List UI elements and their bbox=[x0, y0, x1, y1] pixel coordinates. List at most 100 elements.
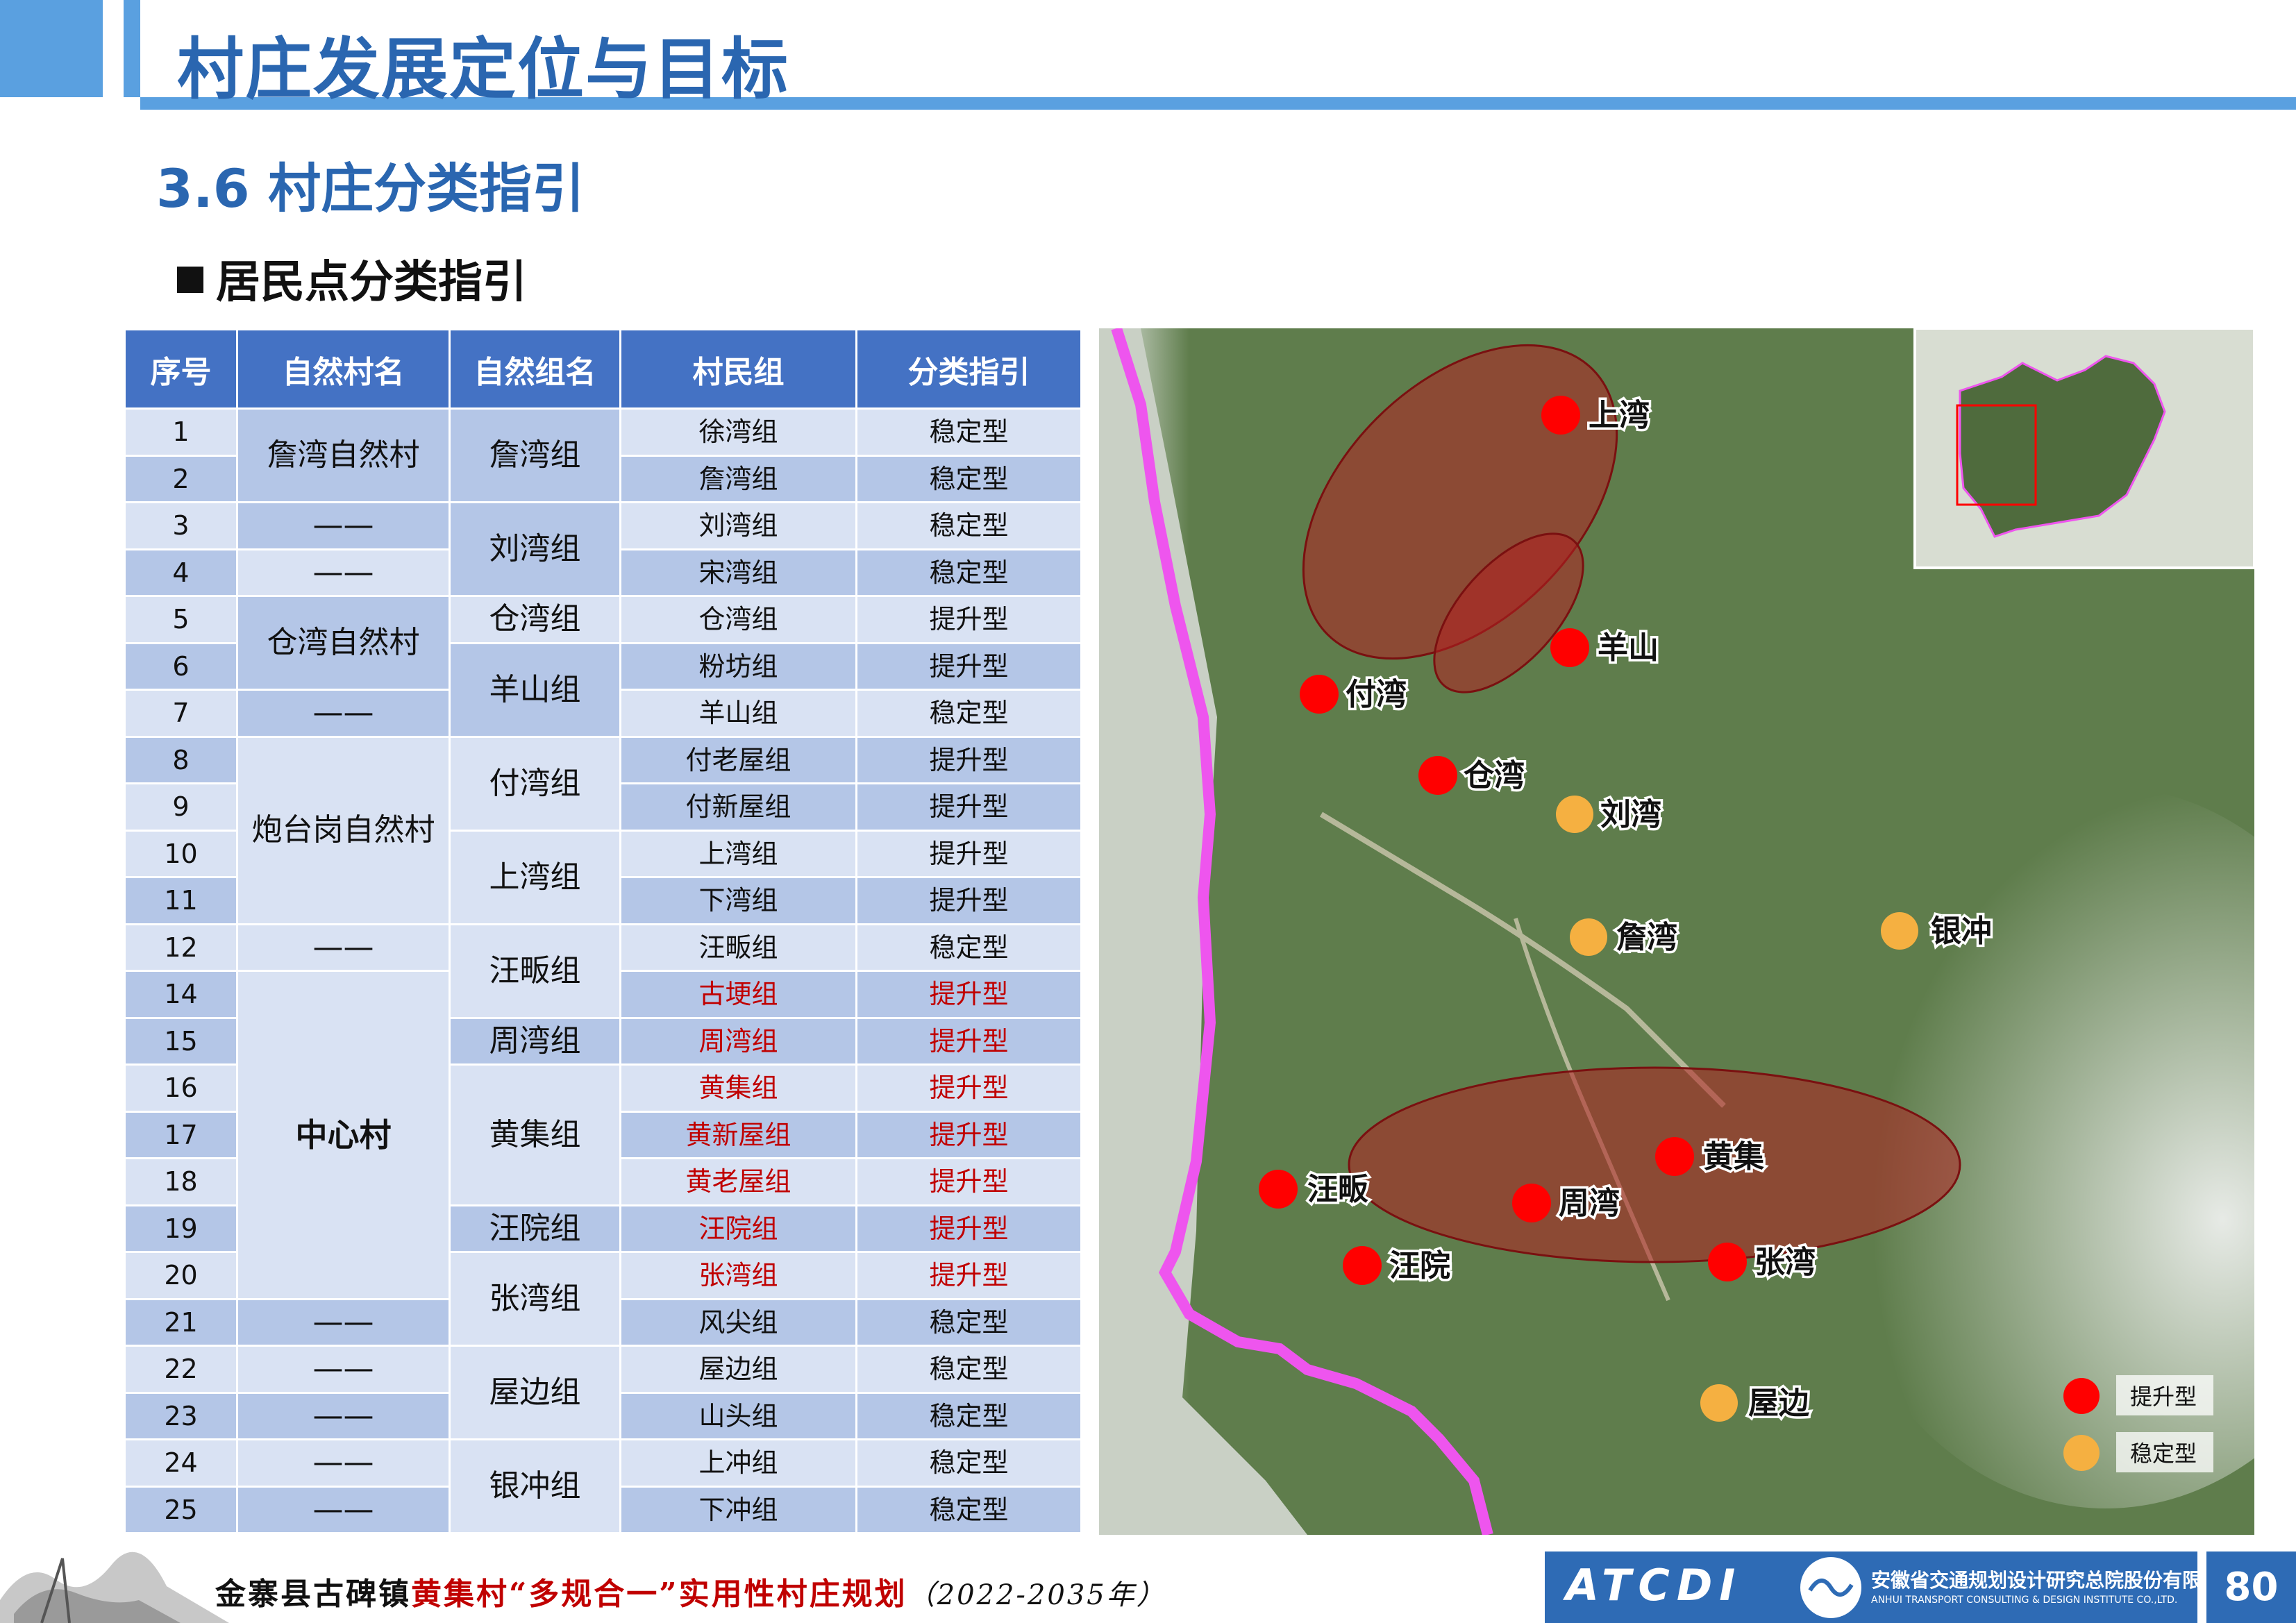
label-huangji: 黄集 bbox=[1703, 1139, 1764, 1175]
cell-natural-village: —— bbox=[236, 501, 451, 550]
cell-no: 8 bbox=[124, 735, 238, 784]
label-wubian: 屋边 bbox=[1748, 1386, 1809, 1421]
cell-villager-group: 宋湾组 bbox=[619, 548, 857, 597]
cell-villager-group: 下湾组 bbox=[619, 876, 857, 925]
footer-project-title: 金寨县古碑镇黄集村“多规合一”实用性村庄规划（2022-2035年） bbox=[215, 1569, 1166, 1613]
sub-title: 居民点分类指引 bbox=[177, 246, 527, 310]
marker-shangwan bbox=[1541, 396, 1580, 435]
footer-text-village: 黄集村 bbox=[411, 1576, 509, 1612]
cell-villager-group: 付新屋组 bbox=[619, 782, 857, 832]
table-row: 8 炮台岗自然村 付湾组 付老屋组 提升型 bbox=[124, 735, 1082, 925]
marker-wangfan bbox=[1259, 1170, 1298, 1209]
col-header-natural-group: 自然组名 bbox=[449, 328, 621, 410]
legend-upgrade-label: 提升型 bbox=[2130, 1384, 2197, 1410]
cell-natural-village: —— bbox=[236, 548, 451, 597]
marker-zhouwan bbox=[1512, 1184, 1551, 1222]
cell-natural-village: —— bbox=[236, 1345, 451, 1394]
cell-guide: 提升型 bbox=[855, 595, 1082, 644]
cell-no: 3 bbox=[124, 501, 238, 550]
col-header-guide: 分类指引 bbox=[855, 328, 1082, 410]
company-logo: ATCDI 安徽省交通规划设计研究总院股份有限公司 ANHUI TRANSPOR… bbox=[1545, 1551, 2240, 1623]
cell-guide: 提升型 bbox=[855, 1157, 1082, 1206]
label-cangwan: 仓湾 bbox=[1464, 758, 1525, 793]
cell-no: 1 bbox=[124, 407, 238, 457]
table-row: 12 —— 汪畈组 汪畈组 稳定型 bbox=[124, 923, 1082, 1019]
label-shangwan: 上湾 bbox=[1589, 398, 1650, 433]
cell-natural-village-center: 中心村 bbox=[236, 970, 451, 1300]
cell-villager-group: 付老屋组 bbox=[619, 735, 857, 784]
cell-guide: 稳定型 bbox=[855, 1297, 1082, 1347]
col-header-natural-village: 自然村名 bbox=[236, 328, 451, 410]
cell-natural-group: 仓湾组 bbox=[449, 595, 621, 644]
label-zhouwan: 周湾 bbox=[1559, 1186, 1620, 1221]
cell-villager-group: 山头组 bbox=[619, 1391, 857, 1440]
classification-table: 序号 自然村名 自然组名 村民组 分类指引 1 詹湾自然村 詹湾组 徐湾组 稳定… bbox=[124, 328, 1082, 1534]
page-number: 80 bbox=[2206, 1551, 2296, 1623]
cell-natural-group: 汪院组 bbox=[449, 1204, 621, 1253]
marker-yinchong bbox=[1881, 912, 1918, 950]
cell-guide: 稳定型 bbox=[855, 923, 1082, 972]
cell-natural-village: —— bbox=[236, 923, 451, 972]
header-gap bbox=[103, 0, 124, 97]
cell-guide: 提升型 bbox=[855, 1251, 1082, 1300]
cell-guide: 提升型 bbox=[855, 641, 1082, 691]
cell-no: 15 bbox=[124, 1016, 238, 1066]
cell-villager-group: 上冲组 bbox=[619, 1438, 857, 1488]
label-wangfan: 汪畈 bbox=[1307, 1172, 1368, 1207]
cell-natural-group: 汪畈组 bbox=[449, 923, 621, 1019]
section-title: 3.6 村庄分类指引 bbox=[156, 158, 585, 219]
cell-guide: 提升型 bbox=[855, 1204, 1082, 1253]
cell-natural-group: 周湾组 bbox=[449, 1016, 621, 1066]
cell-guide: 提升型 bbox=[855, 829, 1082, 878]
upgrade-zone-south bbox=[1348, 1066, 1961, 1263]
square-bullet-icon bbox=[177, 267, 203, 293]
cell-no: 2 bbox=[124, 454, 238, 503]
cell-guide: 稳定型 bbox=[855, 1485, 1082, 1534]
cell-villager-group: 黄老屋组 bbox=[619, 1157, 857, 1206]
cell-natural-group: 付湾组 bbox=[449, 735, 621, 832]
cell-natural-group: 屋边组 bbox=[449, 1345, 621, 1440]
cell-villager-group: 仓湾组 bbox=[619, 595, 857, 644]
sub-title-text: 居民点分类指引 bbox=[216, 257, 527, 308]
cell-guide: 稳定型 bbox=[855, 407, 1082, 457]
cell-no: 22 bbox=[124, 1345, 238, 1394]
location-inset-map bbox=[1913, 328, 2254, 569]
cell-natural-village: —— bbox=[236, 1485, 451, 1534]
cell-natural-village: —— bbox=[236, 1438, 451, 1488]
table-row: 22 —— 屋边组 屋边组 稳定型 bbox=[124, 1345, 1082, 1440]
cell-villager-group: 粉坊组 bbox=[619, 641, 857, 691]
cell-villager-group: 汪畈组 bbox=[619, 923, 857, 972]
cell-villager-group: 风尖组 bbox=[619, 1297, 857, 1347]
col-header-no: 序号 bbox=[124, 328, 238, 410]
cell-no: 18 bbox=[124, 1157, 238, 1206]
cell-no: 4 bbox=[124, 548, 238, 597]
header-accent-thin bbox=[124, 0, 140, 97]
footer-text-plan: “多规合一”实用性村庄规划 bbox=[509, 1576, 907, 1612]
cell-villager-group: 周湾组 bbox=[619, 1016, 857, 1066]
cell-no: 21 bbox=[124, 1297, 238, 1347]
cell-villager-group: 徐湾组 bbox=[619, 407, 857, 457]
cell-villager-group: 羊山组 bbox=[619, 689, 857, 738]
cell-no: 16 bbox=[124, 1063, 238, 1113]
table-header-row: 序号 自然村名 自然组名 村民组 分类指引 bbox=[124, 328, 1082, 410]
label-yinchong: 银冲 bbox=[1931, 914, 1992, 949]
label-fuwan: 付湾 bbox=[1346, 677, 1407, 712]
cell-no: 5 bbox=[124, 595, 238, 644]
marker-wangyuan bbox=[1343, 1246, 1382, 1285]
cell-guide: 提升型 bbox=[855, 735, 1082, 784]
cell-no: 6 bbox=[124, 641, 238, 691]
table-row: 5 仓湾自然村 仓湾组 仓湾组 提升型 bbox=[124, 595, 1082, 691]
cell-guide: 稳定型 bbox=[855, 689, 1082, 738]
table-row: 1 詹湾自然村 詹湾组 徐湾组 稳定型 bbox=[124, 407, 1082, 503]
cell-natural-group: 张湾组 bbox=[449, 1251, 621, 1347]
cell-no: 10 bbox=[124, 829, 238, 878]
marker-yangshan bbox=[1550, 628, 1589, 667]
cell-guide: 提升型 bbox=[855, 782, 1082, 832]
footer-text-years: （2022-2035年） bbox=[907, 1579, 1166, 1611]
cell-no: 11 bbox=[124, 876, 238, 925]
marker-wubian bbox=[1700, 1384, 1738, 1422]
cell-villager-group: 屋边组 bbox=[619, 1345, 857, 1394]
cell-villager-group: 古埂组 bbox=[619, 970, 857, 1019]
marker-fuwan bbox=[1300, 675, 1339, 714]
map-svg: 上湾 羊山 付湾 仓湾 刘湾 詹湾 银冲 黄集 汪畈 周湾 汪院 张湾 屋边 提… bbox=[1099, 328, 2254, 1535]
